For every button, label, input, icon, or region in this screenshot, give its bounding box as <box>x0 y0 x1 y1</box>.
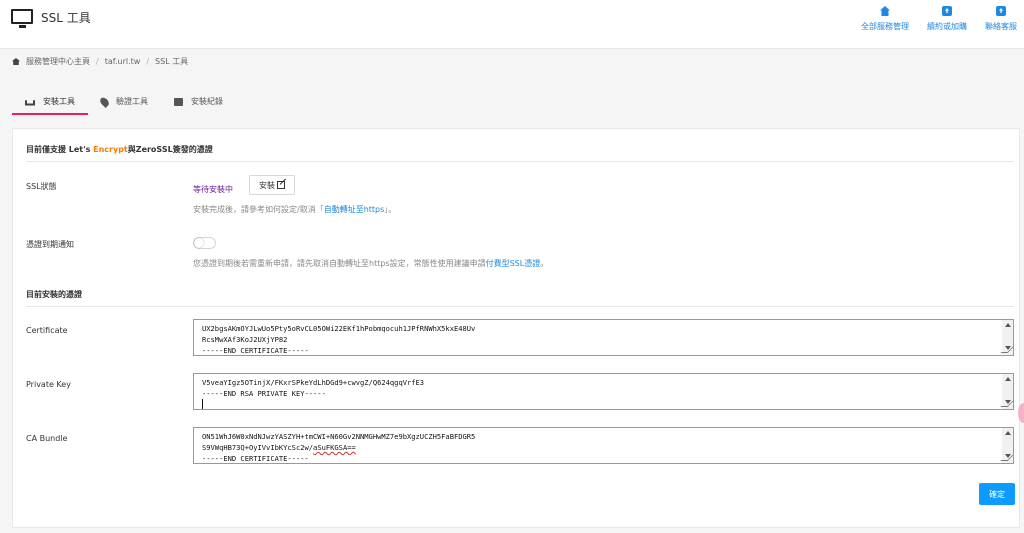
tool-tabs: 安裝工具 驗證工具 安裝紀錄 <box>12 88 236 116</box>
private-key-textarea[interactable]: V5veaYIgz5OTinjX/FKxrSPkeYdLhDGd9+cwvgZ/… <box>193 373 1014 410</box>
pin-icon <box>98 95 111 108</box>
spelling-underline: aSuFKGSA== <box>313 443 356 452</box>
breadcrumb-home[interactable]: 服務管理中心主頁 <box>26 56 90 67</box>
home-icon <box>12 58 20 65</box>
install-button-label: 安裝 <box>259 180 275 190</box>
scroll-up-icon[interactable] <box>1005 377 1011 381</box>
ssl-status-value: 等待安裝中 <box>193 185 233 194</box>
tab-install-log[interactable]: 安裝紀錄 <box>161 88 236 115</box>
expiry-help-end: 。 <box>540 259 549 268</box>
edit-icon <box>277 181 285 189</box>
home-icon <box>880 6 890 16</box>
all-services-link[interactable]: 全部服務管理 <box>850 6 920 32</box>
nav-label-support: 聯絡客服 <box>985 22 1017 31</box>
upload-file-icon <box>996 6 1006 16</box>
floating-edge-icon[interactable] <box>1018 403 1024 423</box>
tab-label: 驗證工具 <box>116 97 148 106</box>
briefcase-icon <box>174 97 183 106</box>
tab-label: 安裝紀錄 <box>191 97 223 106</box>
upload-file-icon <box>942 6 952 16</box>
install-button[interactable]: 安裝 <box>249 175 295 195</box>
breadcrumb-current: SSL 工具 <box>155 57 189 66</box>
ca-bundle-textarea[interactable]: ON51WhJ6W0xNdNJwzYASZYH+tmCWI+N60Gv2NNMG… <box>193 427 1014 464</box>
ca-bundle-line: ON51WhJ6W0xNdNJwzYASZYH+tmCWI+N60Gv2NNMG… <box>202 432 476 441</box>
certificate-line: RcsMwXAf3KoJ2UXjYP82 <box>202 335 288 344</box>
notice-highlight: Encrypt <box>93 145 128 154</box>
nav-label-all-services: 全部服務管理 <box>861 22 909 31</box>
current-certificate-title: 目前安裝的憑證 <box>26 290 82 299</box>
page-title: SSL 工具 <box>41 11 91 25</box>
scroll-up-icon[interactable] <box>1005 323 1011 327</box>
ca-bundle-line: -----END CERTIFICATE----- <box>202 454 309 463</box>
text-caret <box>202 399 203 409</box>
private-key-line: -----END RSA PRIVATE KEY----- <box>202 389 326 398</box>
ca-bundle-label: CA Bundle <box>26 434 68 443</box>
breadcrumb-separator: / <box>146 57 150 66</box>
breadcrumb: 服務管理中心主頁 / taf.url.tw / SSL 工具 <box>12 56 188 67</box>
ssl-help-text: 安裝完成後，請參考如何設定/取消「自動轉址至https」。 <box>193 204 396 215</box>
expiry-help-text: 您憑證到期後若需重新申請，請先取消自動轉址至https設定，常態性使用建議申請付… <box>193 258 548 269</box>
private-key-cursor-line <box>202 399 1005 409</box>
ssl-status-label: SSL狀態 <box>26 182 57 191</box>
divider <box>26 306 1014 307</box>
confirm-button[interactable]: 確定 <box>979 483 1015 505</box>
private-key-line: V5veaYIgz5OTinjX/FKxrSPkeYdLhDGd9+cwvgZ/… <box>202 378 425 387</box>
ca-bundle-text: S9VWqHB73Q+OyIVvIbKYcSc2w/ <box>202 443 314 452</box>
private-key-label: Private Key <box>26 380 71 389</box>
tab-verify-tool[interactable]: 驗證工具 <box>88 88 161 115</box>
expiry-notification-toggle[interactable] <box>193 237 216 249</box>
notice-prefix: 目前僅支援 Let's <box>26 145 94 154</box>
ssl-help-after: 」。 <box>384 205 397 214</box>
divider <box>26 161 1014 162</box>
ssl-tool-card: 目前僅支援 Let's Encrypt與ZeroSSL簽發的憑證 SSL狀態 等… <box>12 128 1020 528</box>
breadcrumb-separator: / <box>96 57 99 66</box>
expiry-label: 憑證到期通知 <box>26 240 74 249</box>
top-bar: SSL 工具 全部服務管理 續約或加購 聯絡客服 <box>0 0 1024 49</box>
tab-label: 安裝工具 <box>43 97 75 106</box>
certificate-textarea[interactable]: UX2bgsAKmOYJLwUo5Pty5oRvCL05OWi22EKf1hPo… <box>193 319 1014 356</box>
paid-ssl-link[interactable]: 付費型SSL憑證 <box>486 259 541 268</box>
support-notice: 目前僅支援 Let's Encrypt與ZeroSSL簽發的憑證 <box>26 144 213 155</box>
ssl-help-before: 安裝完成後，請參考如何設定/取消「 <box>193 205 324 214</box>
ca-bundle-line: S9VWqHB73Q+OyIVvIbKYcSc2w/aSuFKGSA== <box>202 442 1005 453</box>
expiry-help-main: 您憑證到期後若需重新申請，請先取消自動轉址至https設定，常態性使用建議申請 <box>193 259 486 268</box>
install-icon <box>25 100 35 106</box>
certificate-label: Certificate <box>26 326 68 335</box>
nav-label-renew: 續約或加購 <box>927 22 967 31</box>
certificate-line: -----END CERTIFICATE----- <box>202 346 309 355</box>
notice-suffix: 與ZeroSSL簽發的憑證 <box>127 145 213 154</box>
support-link[interactable]: 聯絡客服 <box>966 6 1024 32</box>
tab-install-tool[interactable]: 安裝工具 <box>12 88 88 115</box>
scroll-up-icon[interactable] <box>1005 431 1011 435</box>
certificate-line: UX2bgsAKmOYJLwUo5Pty5oRvCL05OWi22EKf1hPo… <box>202 324 476 333</box>
monitor-icon <box>11 9 33 28</box>
auto-redirect-link[interactable]: 自動轉址至https <box>324 205 385 214</box>
breadcrumb-domain[interactable]: taf.url.tw <box>105 57 141 66</box>
